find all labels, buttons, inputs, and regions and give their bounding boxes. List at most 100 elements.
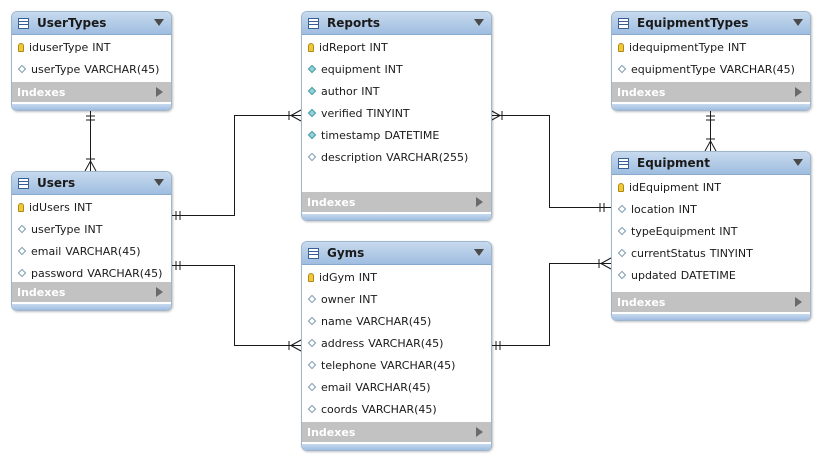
column-type: INT — [358, 270, 377, 284]
column-row[interactable]: address VARCHAR(45) — [302, 332, 491, 354]
column-name: email — [31, 244, 62, 258]
collapse-arrow-icon[interactable] — [793, 159, 803, 166]
column-row[interactable]: coords VARCHAR(45) — [302, 398, 491, 420]
column-row[interactable]: location INT — [612, 198, 810, 220]
column-type: VARCHAR(45) — [84, 62, 160, 76]
gyms-table[interactable]: Gyms idGym INT owner INT name VARCHAR(45) addr… — [301, 241, 492, 451]
expand-arrow-icon[interactable] — [476, 427, 483, 437]
indexes-section[interactable]: Indexes — [612, 82, 810, 102]
column-type: VARCHAR(45) — [87, 266, 163, 280]
column-name: currentStatus — [631, 246, 706, 260]
column-diamond-icon — [17, 64, 27, 74]
column-name: owner — [321, 292, 355, 306]
table-header[interactable]: EquipmentTypes — [612, 12, 810, 35]
column-name: idUsers — [29, 200, 70, 214]
table-footer — [12, 104, 171, 110]
column-diamond-icon — [617, 270, 627, 280]
collapse-arrow-icon[interactable] — [474, 19, 484, 26]
column-name: userType — [31, 62, 81, 76]
column-row[interactable]: author INT — [302, 80, 491, 102]
column-name: iduserType — [29, 40, 89, 54]
column-list: idReport INT equipment INT author INT verified… — [302, 35, 491, 168]
column-name: equipmentType — [631, 62, 716, 76]
column-row[interactable]: userType VARCHAR(45) — [12, 58, 171, 80]
column-row[interactable]: iduserType INT — [12, 36, 171, 58]
column-type: VARCHAR(45) — [361, 402, 437, 416]
column-list: idequipmentType INT equipmentType VARCHAR(4… — [612, 35, 810, 80]
column-type: VARCHAR(45) — [380, 358, 456, 372]
users-table[interactable]: Users idUsers INT userType INT email VARCHAR(… — [11, 171, 172, 311]
column-row[interactable]: idequipmentType INT — [612, 36, 810, 58]
collapse-arrow-icon[interactable] — [793, 19, 803, 26]
column-row[interactable]: equipmentType VARCHAR(45) — [612, 58, 810, 80]
indexes-section[interactable]: Indexes — [302, 192, 491, 212]
table-header[interactable]: Users — [12, 172, 171, 195]
column-row[interactable]: typeEquipment INT — [612, 220, 810, 242]
primary-key-icon — [308, 42, 314, 52]
column-diamond-icon — [17, 224, 27, 234]
column-row[interactable]: updated DATETIME — [612, 264, 810, 286]
table-header[interactable]: Reports — [302, 12, 491, 35]
column-row[interactable]: name VARCHAR(45) — [302, 310, 491, 332]
primary-key-icon — [18, 202, 24, 212]
column-diamond-icon — [307, 404, 317, 414]
collapse-arrow-icon[interactable] — [154, 179, 164, 186]
column-row[interactable]: idGym INT — [302, 266, 491, 288]
column-type: INT — [361, 84, 380, 98]
column-diamond-icon — [617, 64, 627, 74]
column-row[interactable]: equipment INT — [302, 58, 491, 80]
column-type: INT — [702, 180, 721, 194]
column-row[interactable]: currentStatus TINYINT — [612, 242, 810, 264]
column-diamond-icon — [17, 268, 27, 278]
column-diamond-icon — [307, 360, 317, 370]
column-type: INT — [359, 292, 378, 306]
column-row[interactable]: timestamp DATETIME — [302, 124, 491, 146]
column-row[interactable]: idReport INT — [302, 36, 491, 58]
expand-arrow-icon[interactable] — [476, 197, 483, 207]
indexes-label: Indexes — [17, 85, 66, 99]
column-diamond-icon — [307, 382, 317, 392]
table-header[interactable]: Equipment — [612, 152, 810, 175]
expand-arrow-icon[interactable] — [795, 87, 802, 97]
equipment-table[interactable]: Equipment idEquipment INT location INT typeE… — [611, 151, 811, 321]
indexes-label: Indexes — [17, 285, 66, 299]
indexes-section[interactable]: Indexes — [12, 282, 171, 302]
table-name: UserTypes — [37, 16, 107, 30]
indexes-section[interactable]: Indexes — [612, 292, 810, 312]
column-name: author — [321, 84, 358, 98]
equipmenttypes-table[interactable]: EquipmentTypes idequipmentType INT equipme… — [611, 11, 811, 111]
collapse-arrow-icon[interactable] — [474, 249, 484, 256]
column-row[interactable]: owner INT — [302, 288, 491, 310]
column-row[interactable]: idEquipment INT — [612, 176, 810, 198]
column-row[interactable]: idUsers INT — [12, 196, 171, 218]
column-type: VARCHAR(255) — [386, 150, 469, 164]
indexes-label: Indexes — [617, 295, 666, 309]
reports-table[interactable]: Reports idReport INT equipment INT author INT… — [301, 11, 492, 221]
indexes-section[interactable]: Indexes — [12, 82, 171, 102]
column-type: INT — [369, 40, 388, 54]
table-icon — [308, 17, 319, 29]
expand-arrow-icon[interactable] — [156, 287, 163, 297]
table-header[interactable]: UserTypes — [12, 12, 171, 35]
primary-key-icon — [18, 42, 24, 52]
usertypes-table[interactable]: UserTypes iduserType INT userType VARCHAR(4… — [11, 11, 172, 111]
indexes-label: Indexes — [617, 85, 666, 99]
expand-arrow-icon[interactable] — [156, 87, 163, 97]
foreign-key-diamond-icon — [307, 108, 317, 118]
column-type: VARCHAR(45) — [355, 380, 431, 394]
collapse-arrow-icon[interactable] — [154, 19, 164, 26]
column-row[interactable]: password VARCHAR(45) — [12, 262, 171, 284]
column-row[interactable]: userType INT — [12, 218, 171, 240]
table-name: Gyms — [327, 246, 365, 260]
column-name: equipment — [321, 62, 381, 76]
column-type: TINYINT — [709, 246, 753, 260]
table-header[interactable]: Gyms — [302, 242, 491, 265]
column-row[interactable]: email VARCHAR(45) — [12, 240, 171, 262]
expand-arrow-icon[interactable] — [795, 297, 802, 307]
column-row[interactable]: email VARCHAR(45) — [302, 376, 491, 398]
primary-key-icon — [618, 42, 624, 52]
indexes-section[interactable]: Indexes — [302, 422, 491, 442]
column-row[interactable]: verified TINYINT — [302, 102, 491, 124]
column-row[interactable]: telephone VARCHAR(45) — [302, 354, 491, 376]
column-row[interactable]: description VARCHAR(255) — [302, 146, 491, 168]
